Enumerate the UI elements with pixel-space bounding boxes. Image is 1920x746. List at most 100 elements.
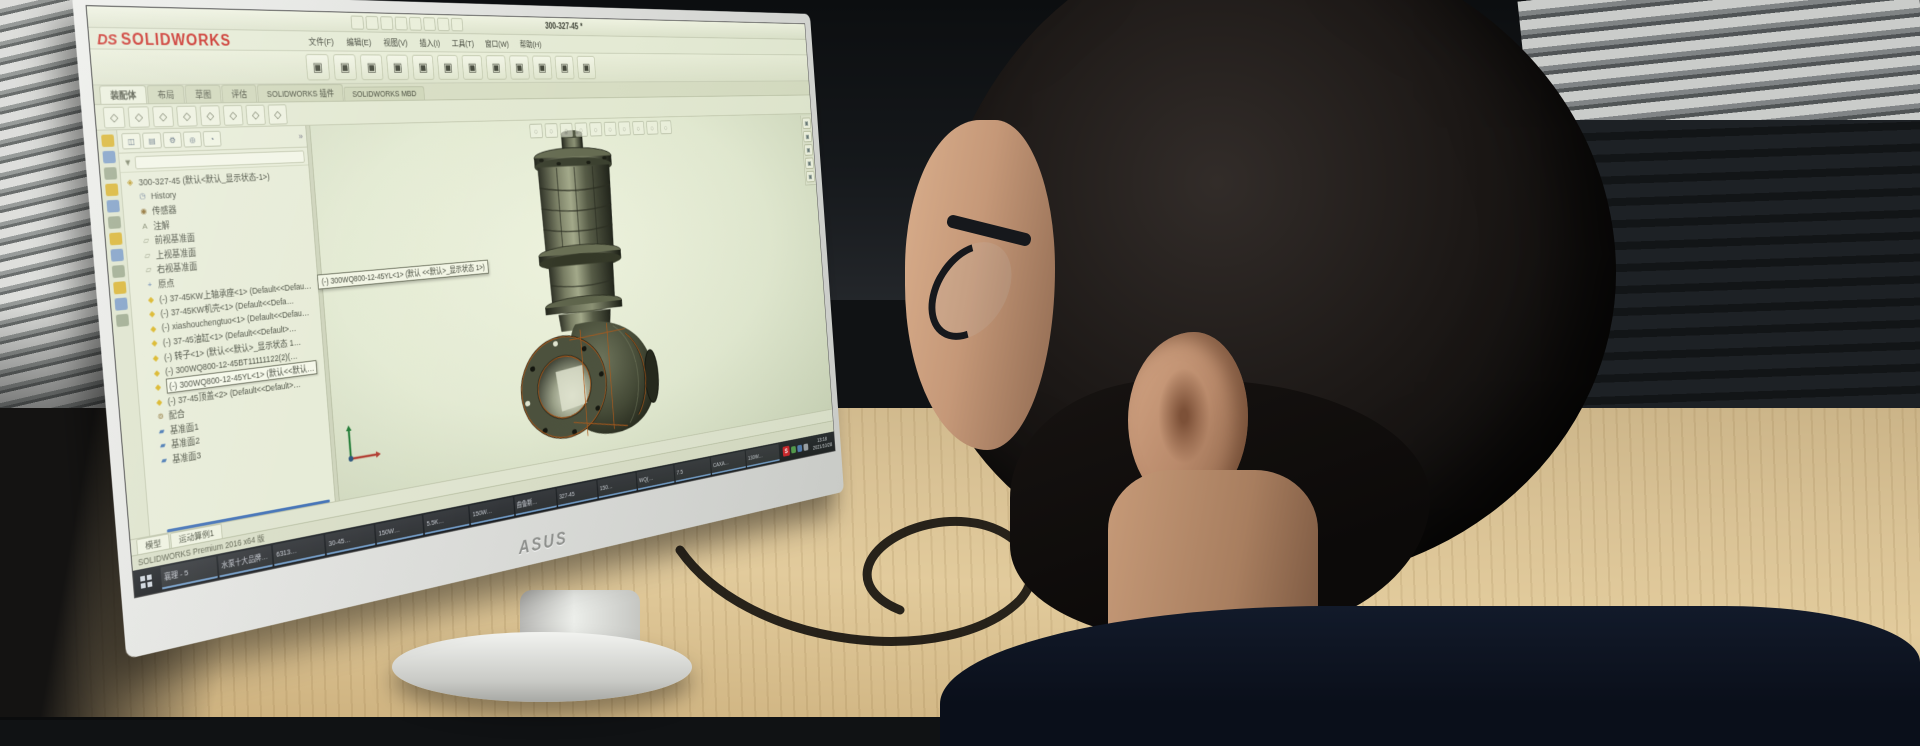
heads-up-icon[interactable]: ◌ [574,122,587,137]
vertical-toolbar-icon[interactable] [103,167,117,180]
quick-access-icon[interactable]: undo-icon [409,16,422,30]
ribbon-icon[interactable]: ▣ [577,56,597,79]
tree-item-label: History [151,190,177,201]
tree-item-label: 配合 [168,407,185,422]
command-tab[interactable]: 评估 [221,85,257,103]
vertical-toolbar-icon[interactable] [115,314,128,327]
vertical-toolbar-icon[interactable] [101,134,115,147]
ribbon-icon[interactable]: ▣ [532,56,552,80]
ribbon-icon[interactable]: ▣ [333,54,357,80]
heads-up-icon[interactable]: ◌ [632,121,645,135]
vertical-toolbar-icon[interactable] [105,183,119,196]
ds-logo-mark: DS [96,31,118,49]
ribbon-icon[interactable]: ▣ [462,55,484,80]
start-button[interactable] [133,566,160,597]
windows-logo-icon [140,574,152,588]
task-pane-icon[interactable]: ▣ [803,131,812,142]
menu-item[interactable]: 帮助(H) [514,36,546,52]
dimxpert-manager-icon[interactable]: ◎ [183,131,202,147]
assembly-tool-icon[interactable]: ◇ [200,105,221,126]
ribbon-icon[interactable]: ▣ [509,55,530,79]
assembly-tool-icon[interactable]: ◇ [103,106,126,128]
menu-item[interactable]: 插入(I) [414,34,446,50]
quick-access-icon[interactable]: print-icon [395,16,408,30]
assembly-tool-icon[interactable]: ◇ [152,105,174,126]
menu-item[interactable]: 视图(V) [377,34,413,51]
assembly-tool-icon[interactable]: ◇ [245,104,265,125]
tree-item-icon: ▱ [143,265,153,275]
quick-access-icon[interactable]: rebuild-icon [423,17,436,31]
tree-item-icon: ◆ [152,368,162,378]
vertical-toolbar-icon[interactable] [109,232,123,245]
menu-item[interactable]: 编辑(E) [340,33,377,50]
heads-up-icon[interactable]: ◌ [559,123,572,138]
quick-access-icon[interactable]: options-icon [451,17,463,30]
quick-access-icon[interactable]: open-icon [365,15,378,29]
quick-access-icon[interactable]: file-properties-icon [437,17,450,31]
tree-item-icon: ◷ [137,192,147,202]
assembly-tool-icon[interactable]: ◇ [128,106,150,128]
feature-manager-icon[interactable]: ◫ [121,133,141,150]
heads-up-icon[interactable]: ◌ [529,124,543,139]
chevron-right-icon[interactable]: » [298,132,303,142]
tree-item-icon: ◈ [125,177,135,187]
task-pane-icon[interactable]: ▣ [802,118,811,129]
command-tab[interactable]: 草图 [184,85,221,103]
vertical-toolbar-icon[interactable] [110,249,123,262]
vertical-toolbar-icon[interactable] [106,200,120,213]
task-pane-icon[interactable]: ▣ [804,144,813,155]
menu-item[interactable]: 窗口(W) [480,35,515,51]
heads-up-icon[interactable]: ◌ [659,120,671,134]
vertical-toolbar-icon[interactable] [113,281,126,294]
vertical-toolbar-icon[interactable] [111,265,124,278]
heads-up-icon[interactable]: ◌ [618,121,631,135]
heads-up-icon[interactable]: ◌ [589,122,602,136]
ribbon-icon[interactable]: ▣ [437,55,459,80]
filter-funnel-icon[interactable]: ▼ [123,157,132,167]
taskbar-item[interactable]: 曲鲁斯… [514,489,557,516]
tree-item-icon: ◆ [147,309,157,319]
ribbon-icon[interactable]: ▣ [412,55,435,80]
pump-3d-model[interactable] [475,127,682,463]
menu-item[interactable]: 文件(F) [302,32,340,49]
display-manager-icon[interactable]: ◔ [203,131,222,147]
command-tab[interactable]: SOLIDWORKS 插件 [257,84,344,102]
task-pane-dock: ▣▣▣▣▣ [800,115,816,185]
tree-item-icon: ◆ [148,324,158,334]
command-tab[interactable]: SOLIDWORKS MBD [343,86,425,101]
quick-access-icon[interactable]: save-icon [380,16,393,30]
assembly-tool-icon[interactable]: ◇ [268,104,288,124]
ribbon-icon[interactable]: ▣ [305,54,330,80]
ribbon-toolbar: ▣▣▣▣▣▣▣▣▣▣▣▣ [90,49,808,85]
command-tab[interactable]: 装配体 [99,85,147,104]
ribbon-icon[interactable]: ▣ [386,55,409,80]
ribbon-icon[interactable]: ▣ [486,55,507,79]
heads-up-icon[interactable]: ◌ [646,121,658,135]
taskbar-item[interactable]: 327-45 [556,480,597,506]
ribbon-icon[interactable]: ▣ [555,56,575,80]
tree-item-icon: ◉ [139,206,149,216]
property-manager-icon[interactable]: ▤ [142,132,162,149]
vertical-toolbar-icon[interactable] [114,297,127,310]
tree-item-icon: ◆ [151,353,161,363]
assembly-tool-icon[interactable]: ◇ [223,104,244,125]
assembly-tool-icon[interactable]: ◇ [176,105,198,126]
solidworks-wordmark: SOLIDWORKS [120,31,231,50]
tree-item-icon: ▰ [159,455,169,465]
quick-access-icon[interactable]: select-arrow-icon [350,15,364,29]
feature-tree: ◈ 300-327-45 (默认<默认_显示状态-1>) ◷ History ◉… [121,165,335,530]
task-pane-icon[interactable]: ▣ [805,158,814,170]
heads-up-icon[interactable]: ◌ [603,122,616,136]
menu-item[interactable]: 工具(T) [446,35,479,51]
task-pane-icon[interactable]: ▣ [806,171,815,183]
configuration-manager-icon[interactable]: ⚙ [163,132,183,148]
tree-item-label: 基准面3 [172,448,202,465]
ribbon-icon[interactable]: ▣ [360,54,384,80]
tree-item-icon: ◆ [146,294,156,304]
vertical-toolbar-icon[interactable] [102,151,116,164]
origin-triad [342,419,382,467]
command-tab[interactable]: 布局 [147,85,185,103]
heads-up-icon[interactable]: ◌ [544,123,558,138]
asus-logo: ASUS [518,526,569,559]
vertical-toolbar-icon[interactable] [107,216,121,229]
